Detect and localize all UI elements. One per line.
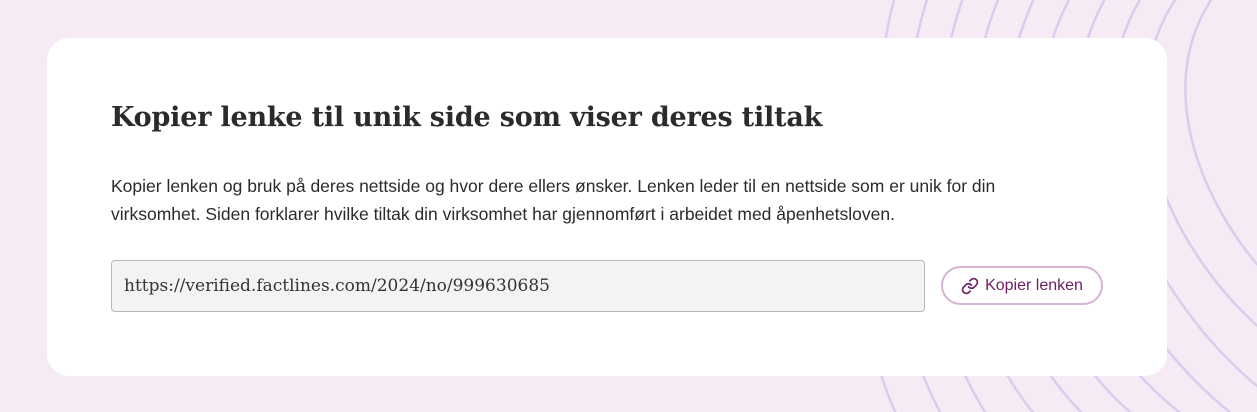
copy-link-button[interactable]: Kopier lenken xyxy=(941,266,1103,305)
card-description: Kopier lenken og bruk på deres nettside … xyxy=(111,176,996,224)
link-icon xyxy=(961,277,979,295)
copy-link-button-label: Kopier lenken xyxy=(985,276,1083,294)
copy-link-card: Kopier lenke til unik side som viser der… xyxy=(47,38,1167,376)
card-title: Kopier lenke til unik side som viser der… xyxy=(111,102,823,133)
unique-link-field[interactable] xyxy=(111,260,925,312)
